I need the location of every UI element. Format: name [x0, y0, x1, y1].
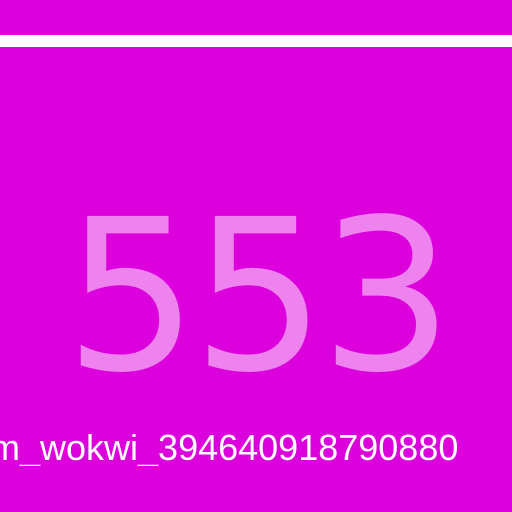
top-divider-bar [0, 35, 512, 47]
value-display: 553 [64, 174, 454, 419]
device-id-label: m_wokwi_394640918790880 [0, 430, 459, 466]
